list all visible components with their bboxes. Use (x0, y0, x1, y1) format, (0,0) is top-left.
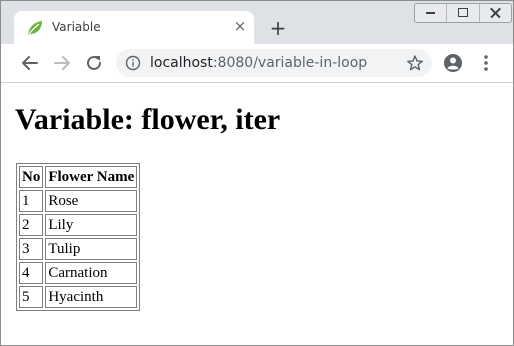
cell-no: 4 (19, 262, 44, 284)
url-path: :8080/variable-in-loop (212, 55, 368, 71)
browser-toolbar: localhost:8080/variable-in-loop (1, 44, 513, 83)
close-window-button[interactable] (480, 4, 511, 22)
reload-icon[interactable] (83, 52, 105, 74)
page-title: Variable: flower, iter (15, 103, 281, 136)
cell-no: 3 (19, 238, 44, 260)
browser-window: Variable × + localhost:8080/variable-in-… (0, 0, 514, 346)
spring-leaf-icon (26, 19, 44, 37)
table-row: 2 Lily (19, 214, 138, 236)
header-flower-name: Flower Name (45, 166, 138, 188)
menu-dots-icon[interactable] (475, 52, 497, 74)
star-icon[interactable] (406, 54, 424, 72)
url-text[interactable]: localhost:8080/variable-in-loop (150, 55, 367, 71)
account-icon[interactable] (442, 52, 464, 74)
table-header-row: No Flower Name (19, 166, 138, 188)
cell-no: 1 (19, 190, 44, 212)
maximize-button[interactable] (447, 4, 480, 22)
url-host: localhost (150, 55, 213, 71)
cell-no: 5 (19, 286, 44, 308)
tab-variable[interactable]: Variable × (14, 11, 254, 44)
table-row: 5 Hyacinth (19, 286, 138, 308)
table-row: 1 Rose (19, 190, 138, 212)
cell-flower-name: Lily (45, 214, 138, 236)
info-icon[interactable] (125, 55, 141, 71)
cell-flower-name: Carnation (45, 262, 138, 284)
cell-flower-name: Tulip (45, 238, 138, 260)
flower-table: No Flower Name 1 Rose 2 Lily 3 Tulip 4 C… (16, 163, 141, 311)
back-arrow-icon[interactable] (19, 52, 41, 74)
cell-no: 2 (19, 214, 44, 236)
table-row: 4 Carnation (19, 262, 138, 284)
page-content: Variable: flower, iter No Flower Name 1 … (1, 83, 513, 345)
address-bar[interactable]: localhost:8080/variable-in-loop (116, 49, 432, 77)
header-no: No (19, 166, 44, 188)
window-controls (414, 3, 512, 23)
close-icon[interactable]: × (231, 17, 249, 35)
forward-arrow-icon[interactable] (51, 52, 73, 74)
tab-title: Variable (52, 20, 101, 34)
cell-flower-name: Hyacinth (45, 286, 138, 308)
cell-flower-name: Rose (45, 190, 138, 212)
minimize-button[interactable] (415, 4, 448, 22)
title-bar: Variable × + (1, 1, 513, 44)
table-row: 3 Tulip (19, 238, 138, 260)
new-tab-button[interactable]: + (267, 17, 289, 39)
